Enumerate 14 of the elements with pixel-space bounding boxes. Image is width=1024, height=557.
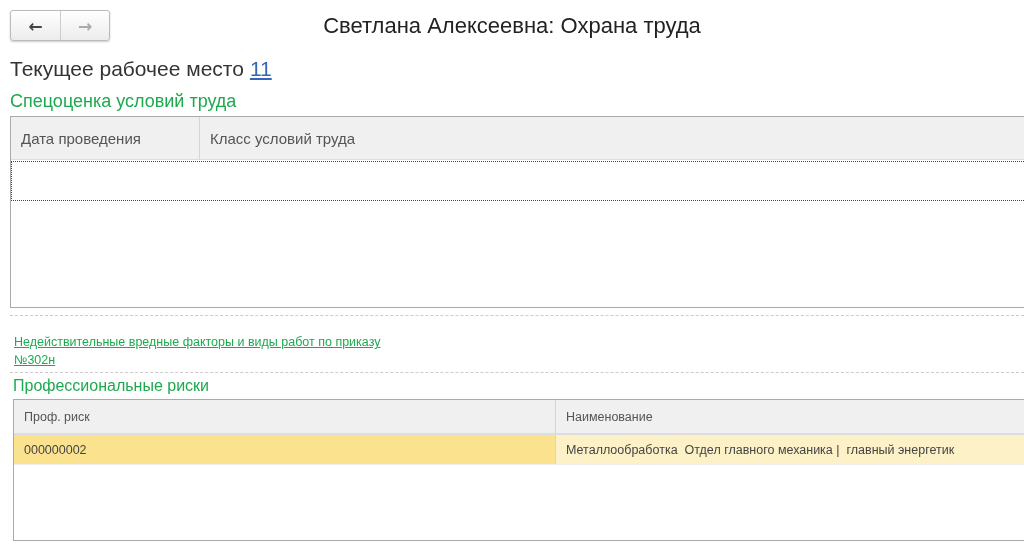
section-heading: Профессиональные риски — [13, 377, 211, 395]
column-header[interactable]: Проф. риск — [14, 400, 556, 433]
column-header[interactable]: Дата проведения — [11, 117, 200, 159]
nav-button[interactable]: ← — [11, 11, 60, 40]
table-cell-text: Металлообработка Отдел главного механика | главный энергетик — [565, 441, 956, 459]
column-header[interactable]: Класс условий труда — [200, 117, 366, 159]
workplace-link[interactable]: 11 — [249, 57, 272, 80]
workplace-label: Текущее рабочее место — [10, 57, 244, 80]
column-header[interactable]: Наименование — [556, 400, 1024, 433]
window-title: Светлана Алексеевна: Охрана труда — [322, 12, 702, 39]
table-cell: 000000002 — [14, 435, 556, 464]
table-row[interactable]: 000000002 Металлообработка Отдел главного механика | главный энергетик — [14, 435, 1024, 465]
section-heading: Спецоценка условий труда — [10, 91, 238, 112]
empty-row[interactable] — [11, 161, 1024, 201]
